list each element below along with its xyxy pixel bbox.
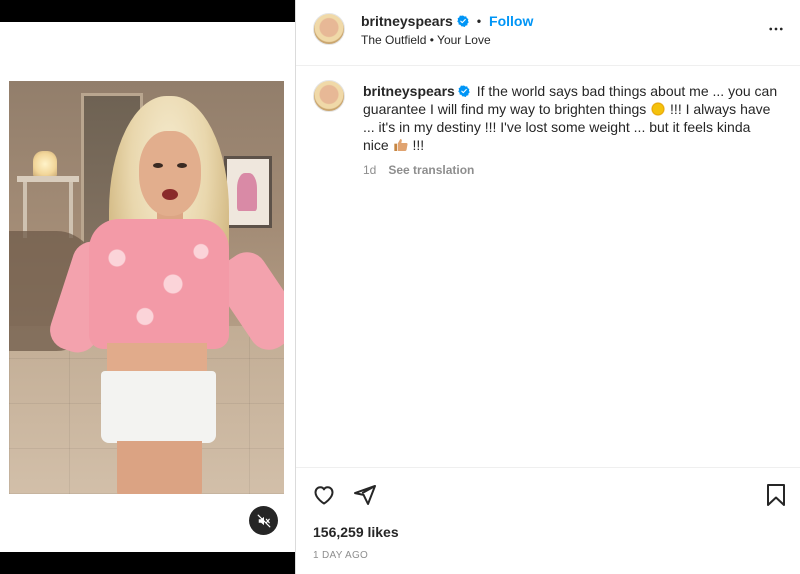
verified-badge-icon bbox=[457, 15, 469, 27]
author-avatar[interactable] bbox=[313, 13, 345, 45]
caption-body-3: !!! bbox=[412, 137, 425, 153]
post-timestamp: 1 DAY AGO bbox=[313, 550, 369, 561]
person-legs bbox=[117, 441, 202, 494]
save-button[interactable] bbox=[765, 483, 787, 512]
person-pink-top bbox=[89, 219, 229, 349]
caption-meta: 1d See translation bbox=[363, 163, 474, 177]
letterbox-top bbox=[0, 0, 295, 22]
thumbs-up-emoji-icon bbox=[393, 139, 408, 151]
likes-count[interactable]: 156,259 likes bbox=[313, 524, 399, 540]
caption-avatar[interactable] bbox=[313, 80, 345, 112]
like-button[interactable] bbox=[312, 483, 336, 512]
audio-track-link[interactable]: Your Love bbox=[437, 33, 491, 47]
speaker-muted-icon bbox=[257, 514, 270, 527]
follow-button[interactable]: Follow bbox=[489, 13, 533, 29]
more-options-icon bbox=[769, 27, 783, 31]
person-white-skirt bbox=[101, 371, 216, 443]
post-video[interactable] bbox=[9, 81, 284, 494]
author-line: britneyspears • Follow bbox=[361, 13, 533, 29]
person-eye-right bbox=[177, 163, 187, 168]
share-button[interactable] bbox=[353, 483, 377, 512]
post-header: britneyspears • Follow The Outfield • Yo… bbox=[296, 0, 800, 66]
sun-emoji-icon bbox=[650, 101, 667, 117]
paper-plane-icon bbox=[354, 485, 376, 505]
separator-dot: • bbox=[476, 14, 482, 28]
person-mouth bbox=[162, 189, 178, 200]
author-username[interactable]: britneyspears bbox=[361, 13, 453, 29]
see-translation-button[interactable]: See translation bbox=[388, 163, 474, 177]
post-details-panel: britneyspears • Follow The Outfield • Yo… bbox=[295, 0, 800, 574]
caption-time[interactable]: 1d bbox=[363, 163, 376, 177]
heart-icon bbox=[314, 486, 334, 505]
letterbox-bottom bbox=[0, 552, 295, 574]
post-actions: 156,259 likes 1 DAY AGO bbox=[296, 467, 800, 574]
mute-button[interactable] bbox=[249, 506, 278, 535]
bookmark-icon bbox=[767, 484, 785, 506]
caption-text: britneyspears If the world says bad thin… bbox=[363, 82, 778, 154]
person-eye-left bbox=[153, 163, 163, 168]
audio-line: The Outfield • Your Love bbox=[361, 33, 491, 47]
caption-username[interactable]: britneyspears bbox=[363, 83, 455, 99]
more-options-button[interactable] bbox=[767, 20, 785, 43]
media-panel bbox=[0, 0, 295, 574]
person-face bbox=[139, 131, 201, 216]
photo-person bbox=[9, 81, 284, 494]
audio-separator: • bbox=[429, 33, 434, 47]
audio-artist-link[interactable]: The Outfield bbox=[361, 33, 426, 47]
verified-badge-icon bbox=[458, 85, 470, 97]
